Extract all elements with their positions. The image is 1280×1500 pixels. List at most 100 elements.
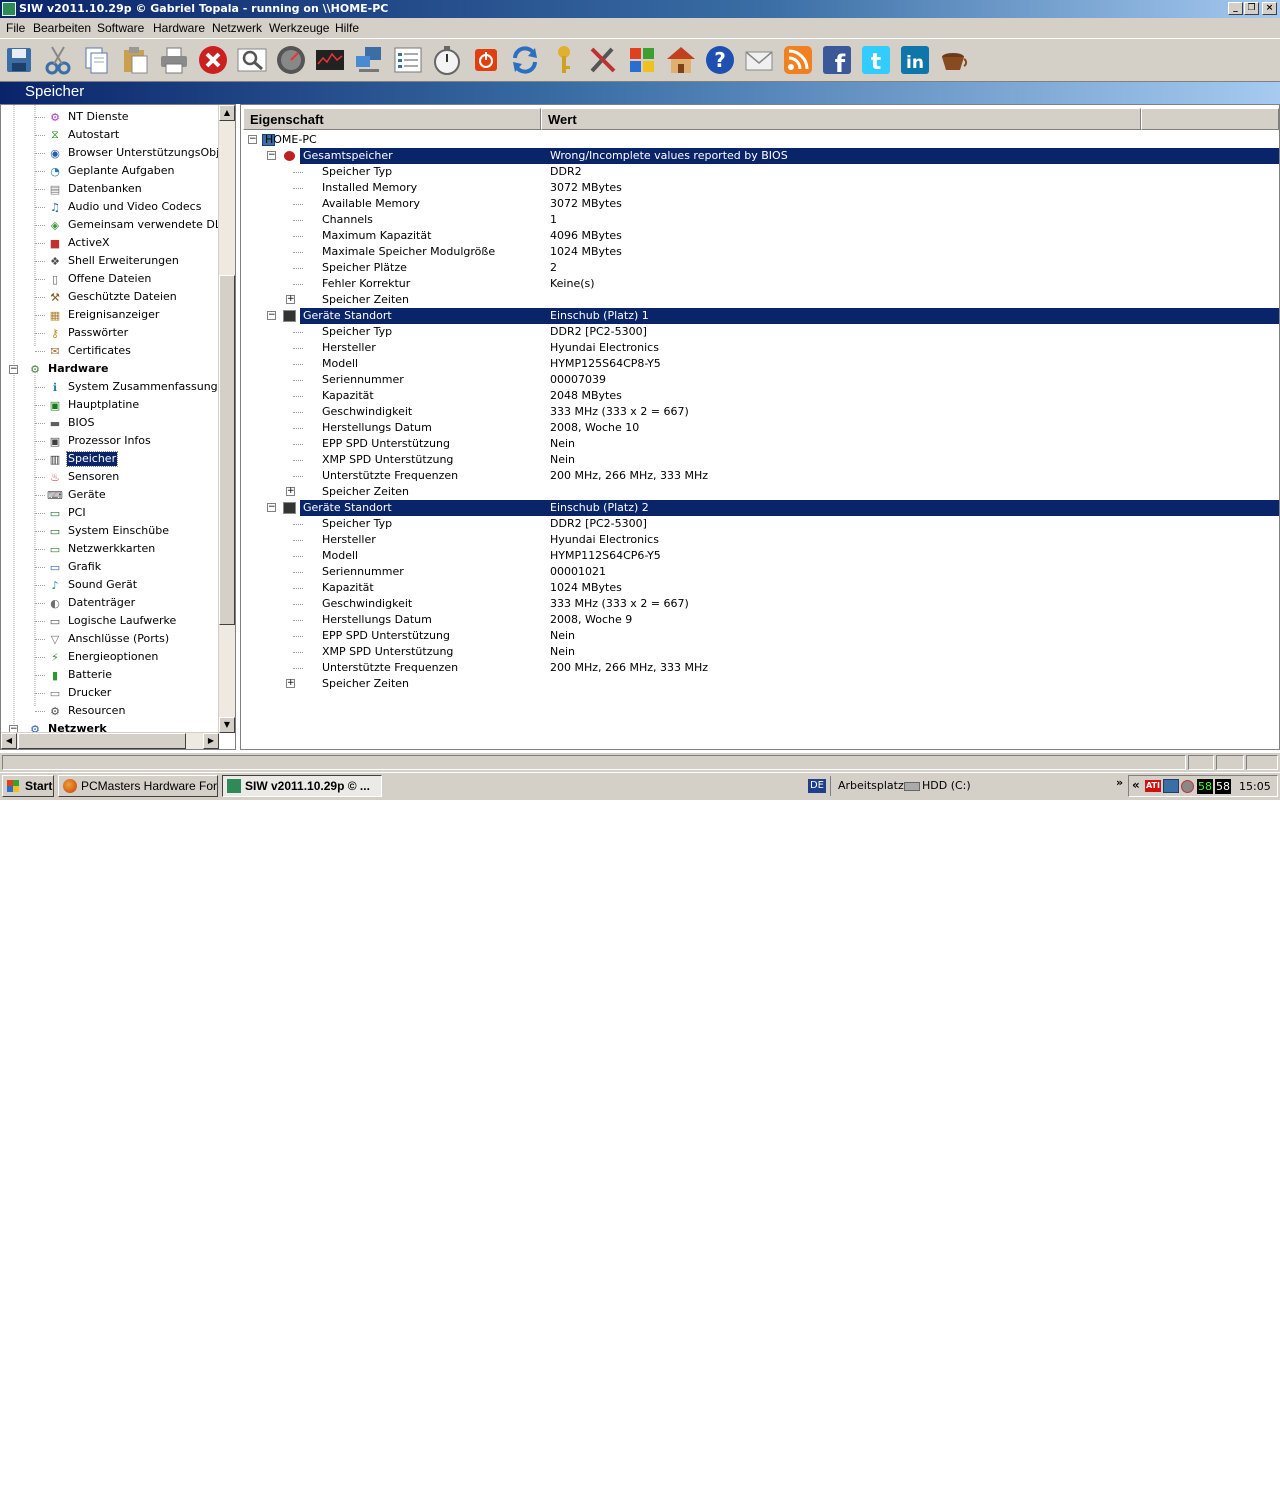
details-row-header[interactable]: − Gesamtspeicher Wrong/Incomplete values r…: [241, 148, 1279, 164]
list-icon[interactable]: [392, 44, 424, 76]
details-row[interactable]: Speicher Typ DDR2 [PC2-5300]: [241, 324, 1279, 340]
details-row[interactable]: Geschwindigkeit 333 MHz (333 x 2 = 667): [241, 596, 1279, 612]
details-row[interactable]: Modell HYMP125S64CP8-Y5: [241, 356, 1279, 372]
details-row[interactable]: + Speicher Zeiten: [241, 676, 1279, 692]
drive-label[interactable]: HDD (C:): [922, 779, 971, 792]
details-row[interactable]: Hersteller Hyundai Electronics: [241, 340, 1279, 356]
stop-icon[interactable]: [197, 44, 229, 76]
details-row[interactable]: + Speicher Zeiten: [241, 484, 1279, 500]
refresh-icon[interactable]: [509, 44, 541, 76]
details-row[interactable]: Installed Memory 3072 MBytes: [241, 180, 1279, 196]
toolbar-chevron[interactable]: »: [1116, 776, 1123, 789]
coffee-icon[interactable]: [938, 44, 970, 76]
windows-icon[interactable]: [626, 44, 658, 76]
scroll-right-button[interactable]: ▶: [203, 733, 219, 749]
taskbar-firefox-button[interactable]: PCMasters Hardware For...: [58, 775, 218, 797]
save-icon[interactable]: [3, 44, 35, 76]
details-row[interactable]: Speicher Typ DDR2 [PC2-5300]: [241, 516, 1279, 532]
collapse-toggle-icon[interactable]: −: [9, 365, 18, 374]
details-row[interactable]: Maximum Kapazität 4096 MBytes: [241, 228, 1279, 244]
details-row[interactable]: Kapazität 2048 MBytes: [241, 388, 1279, 404]
ati-icon[interactable]: ATI: [1145, 780, 1161, 792]
details-row-header[interactable]: − Geräte Standort Einschub (Platz) 2: [241, 500, 1279, 516]
expand-toggle-icon[interactable]: +: [286, 295, 295, 304]
temperature-readout-1[interactable]: 58: [1197, 779, 1213, 794]
details-row[interactable]: Herstellungs Datum 2008, Woche 10: [241, 420, 1279, 436]
details-row[interactable]: Herstellungs Datum 2008, Woche 9: [241, 612, 1279, 628]
details-row[interactable]: XMP SPD Unterstützung Nein: [241, 644, 1279, 660]
mail-icon[interactable]: [743, 44, 775, 76]
details-row[interactable]: EPP SPD Unterstützung Nein: [241, 628, 1279, 644]
search-icon[interactable]: [236, 44, 268, 76]
minimize-button[interactable]: _: [1228, 2, 1243, 15]
details-row[interactable]: Kapazität 1024 MBytes: [241, 580, 1279, 596]
shutdown-icon[interactable]: [470, 44, 502, 76]
speed-gauge-icon[interactable]: [275, 44, 307, 76]
network-tray-icon[interactable]: [1163, 779, 1179, 793]
menu-werkzeuge[interactable]: Werkzeuge: [269, 21, 329, 35]
details-row[interactable]: Available Memory 3072 MBytes: [241, 196, 1279, 212]
details-row[interactable]: Fehler Korrektur Keine(s): [241, 276, 1279, 292]
details-row[interactable]: Hersteller Hyundai Electronics: [241, 532, 1279, 548]
scroll-up-button[interactable]: ▲: [219, 105, 235, 121]
details-row[interactable]: Unterstützte Frequenzen 200 MHz, 266 MHz,…: [241, 660, 1279, 676]
restore-button[interactable]: ❐: [1244, 2, 1259, 15]
home-icon[interactable]: [665, 44, 697, 76]
hscroll-thumb[interactable]: [18, 733, 186, 749]
facebook-icon[interactable]: f: [821, 44, 853, 76]
menu-bearbeiten[interactable]: Bearbeiten: [33, 21, 91, 35]
menu-netzwerk[interactable]: Netzwerk: [212, 21, 262, 35]
collapse-toggle-icon[interactable]: −: [248, 135, 257, 144]
tree-vertical-scrollbar[interactable]: ▲ ▼: [218, 105, 235, 733]
cut-icon[interactable]: [42, 44, 74, 76]
tray-expand-button[interactable]: «: [1132, 778, 1140, 792]
language-indicator[interactable]: DE: [808, 779, 826, 793]
menu-hilfe[interactable]: Hilfe: [335, 21, 359, 35]
close-button[interactable]: ×: [1262, 2, 1277, 15]
copy-icon[interactable]: [80, 44, 112, 76]
key-icon[interactable]: [548, 44, 580, 76]
details-row[interactable]: Seriennummer 00001021: [241, 564, 1279, 580]
details-row[interactable]: Channels 1: [241, 212, 1279, 228]
column-header-wert[interactable]: Wert: [541, 108, 1141, 130]
tools-icon[interactable]: [587, 44, 619, 76]
details-row[interactable]: XMP SPD Unterstützung Nein: [241, 452, 1279, 468]
scroll-down-button[interactable]: ▼: [219, 717, 235, 733]
address-toolbar-arbeitsplatz[interactable]: Arbeitsplatz: [838, 779, 904, 792]
collapse-toggle-icon[interactable]: −: [267, 311, 276, 320]
monitor-icon[interactable]: [314, 44, 346, 76]
rss-icon[interactable]: [782, 44, 814, 76]
collapse-toggle-icon[interactable]: −: [267, 151, 276, 160]
details-row[interactable]: Unterstützte Frequenzen 200 MHz, 266 MHz,…: [241, 468, 1279, 484]
help-icon[interactable]: ?: [704, 44, 736, 76]
start-button[interactable]: Start: [2, 775, 54, 797]
network-computer-icon[interactable]: [353, 44, 385, 76]
details-row-header[interactable]: − Geräte Standort Einschub (Platz) 1: [241, 308, 1279, 324]
scroll-left-button[interactable]: ◀: [1, 733, 17, 749]
details-row[interactable]: Seriennummer 00007039: [241, 372, 1279, 388]
stopwatch-icon[interactable]: [431, 44, 463, 76]
paste-icon[interactable]: [119, 44, 151, 76]
print-icon[interactable]: [158, 44, 190, 76]
scroll-thumb[interactable]: [219, 275, 235, 625]
details-row[interactable]: Speicher Plätze 2: [241, 260, 1279, 276]
linkedin-icon[interactable]: in: [899, 44, 931, 76]
taskbar-siw-button[interactable]: SIW v2011.10.29p © ...: [222, 775, 382, 797]
expand-toggle-icon[interactable]: +: [286, 679, 295, 688]
details-row[interactable]: + Speicher Zeiten: [241, 292, 1279, 308]
tree-horizontal-scrollbar[interactable]: ◀ ▶: [1, 732, 219, 749]
menu-hardware[interactable]: Hardware: [153, 21, 205, 35]
details-row[interactable]: Modell HYMP112S64CP6-Y5: [241, 548, 1279, 564]
menu-file[interactable]: File: [6, 21, 25, 35]
details-row[interactable]: Maximale Speicher Modulgröße 1024 MBytes: [241, 244, 1279, 260]
details-row[interactable]: EPP SPD Unterstützung Nein: [241, 436, 1279, 452]
details-row[interactable]: Geschwindigkeit 333 MHz (333 x 2 = 667): [241, 404, 1279, 420]
menu-software[interactable]: Software: [97, 21, 144, 35]
collapse-toggle-icon[interactable]: −: [267, 503, 276, 512]
details-row[interactable]: − HOME-PC: [241, 132, 1279, 148]
details-row[interactable]: Speicher Typ DDR2: [241, 164, 1279, 180]
temperature-readout-2[interactable]: 58: [1215, 779, 1231, 794]
twitter-icon[interactable]: t: [860, 44, 892, 76]
column-header-eigenschaft[interactable]: Eigenschaft: [243, 108, 541, 130]
tray-app-icon[interactable]: [1181, 780, 1194, 793]
